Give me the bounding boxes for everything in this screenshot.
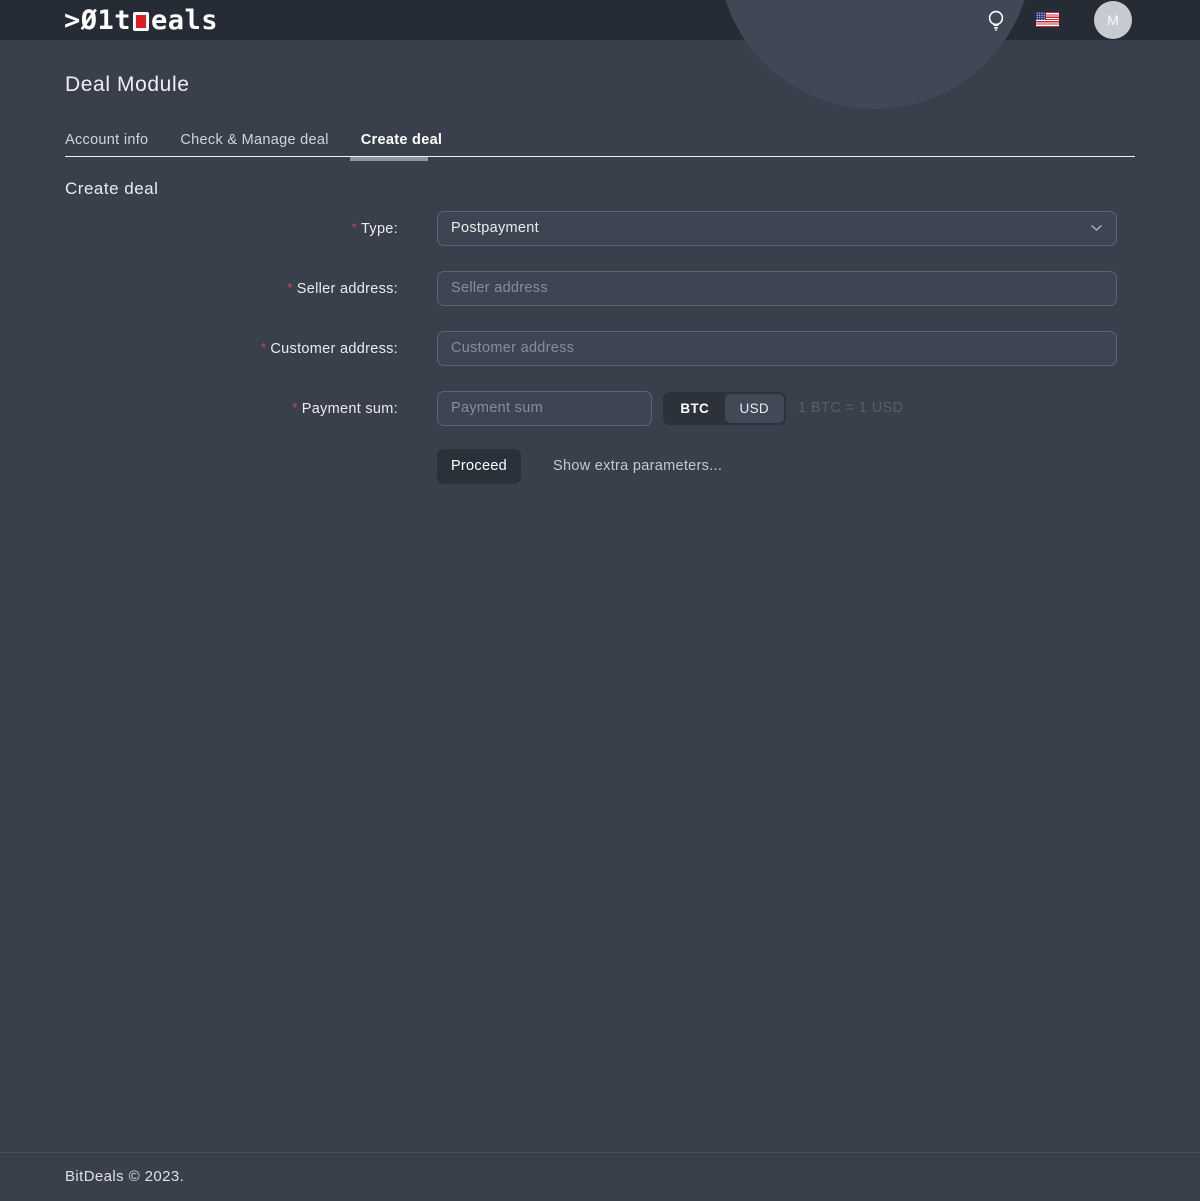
required-mark: * xyxy=(287,280,292,295)
type-select-value: Postpayment xyxy=(451,220,1090,236)
proceed-button[interactable]: Proceed xyxy=(437,449,521,484)
page-title: Deal Module xyxy=(65,73,190,97)
active-tab-indicator xyxy=(350,157,428,161)
logo[interactable]: >Ø1t eals xyxy=(64,4,218,36)
payment-sum-input[interactable] xyxy=(437,391,652,426)
required-mark: * xyxy=(352,220,357,235)
form-row-actions: Proceed Show extra parameters... xyxy=(65,448,1135,484)
currency-toggle: BTC USD xyxy=(663,392,786,425)
form-row-customer: *Customer address: xyxy=(65,330,1135,366)
exchange-rate-text: 1 BTC = 1 USD xyxy=(798,400,904,416)
payment-sum-label: *Payment sum: xyxy=(65,400,398,417)
logo-red-square-d-icon xyxy=(133,12,149,31)
footer: BitDeals © 2023. xyxy=(0,1152,1200,1200)
required-mark: * xyxy=(292,400,297,415)
form-row-seller: *Seller address: xyxy=(65,270,1135,306)
user-avatar[interactable]: M xyxy=(1094,1,1132,39)
header-content: >Ø1t eals M xyxy=(0,0,1200,40)
lightbulb-icon xyxy=(985,21,1007,38)
type-label: *Type: xyxy=(65,220,398,237)
logo-suffix: eals xyxy=(151,5,218,36)
footer-copyright: BitDeals © 2023. xyxy=(65,1153,184,1201)
required-mark: * xyxy=(261,340,266,355)
customer-address-label: *Customer address: xyxy=(65,340,398,357)
section-title: Create deal xyxy=(65,179,158,199)
currency-option-btc[interactable]: BTC xyxy=(665,394,725,423)
seller-address-input[interactable] xyxy=(437,271,1117,306)
theme-toggle-button[interactable] xyxy=(985,8,1007,34)
chevron-down-icon xyxy=(1090,224,1103,232)
form-row-type: *Type: Postpayment xyxy=(65,210,1135,246)
currency-option-usd[interactable]: USD xyxy=(725,394,785,423)
customer-address-input[interactable] xyxy=(437,331,1117,366)
show-extra-parameters-link[interactable]: Show extra parameters... xyxy=(553,458,722,474)
seller-address-label: *Seller address: xyxy=(65,280,398,297)
logo-prefix: >Ø1t xyxy=(64,5,131,36)
language-us-flag-icon[interactable] xyxy=(1036,12,1059,27)
avatar-initial: M xyxy=(1107,12,1119,28)
type-select[interactable]: Postpayment xyxy=(437,211,1117,246)
form-row-payment: *Payment sum: BTC USD 1 BTC = 1 USD xyxy=(65,390,1135,426)
tabs-divider xyxy=(65,156,1135,157)
